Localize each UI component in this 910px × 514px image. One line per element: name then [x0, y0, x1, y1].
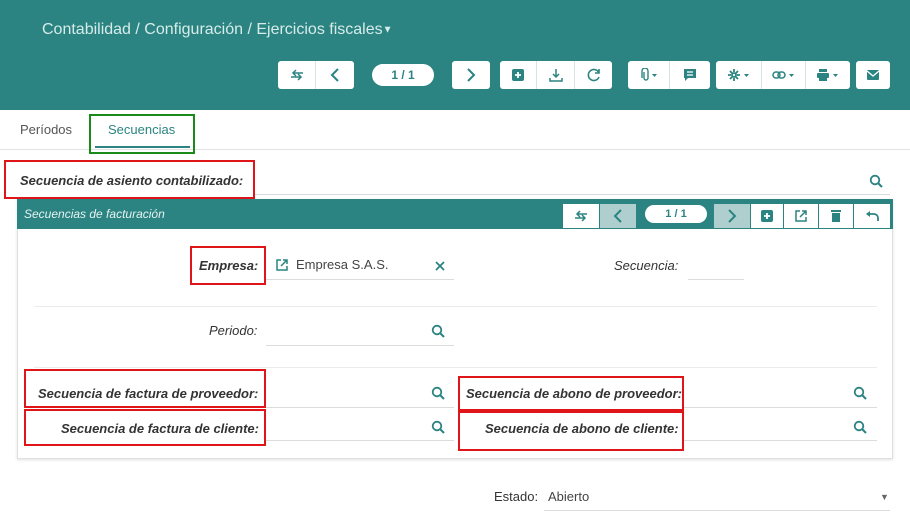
highlight-customer-credit-label — [458, 411, 684, 451]
period-label: Periodo: — [209, 323, 258, 338]
breadcrumb[interactable]: Contabilidad / Configuración / Ejercicio… — [42, 21, 393, 39]
envelope-icon — [866, 70, 880, 80]
highlight-customer-invoice-label — [24, 409, 266, 446]
subform-open-button[interactable] — [784, 204, 818, 228]
plus-square-icon — [761, 210, 773, 222]
highlight-tab-secuencias — [89, 114, 195, 154]
toolbar-attach-group — [628, 61, 710, 89]
link-icon — [771, 71, 794, 79]
toolbar-email-group — [856, 61, 890, 89]
invoice-sequences-title: Secuencias de facturación — [24, 207, 165, 221]
company-value[interactable]: Empresa S.A.S. — [296, 257, 388, 272]
trash-icon — [831, 210, 841, 222]
state-label: Estado: — [494, 489, 539, 504]
download-icon — [548, 69, 563, 82]
external-link-icon — [795, 210, 807, 222]
toolbar-actions-group — [716, 61, 850, 89]
sequence-input[interactable] — [688, 279, 744, 280]
search-icon[interactable] — [431, 420, 445, 434]
row-divider — [34, 306, 877, 307]
print-button[interactable] — [806, 61, 850, 89]
switch-icon — [290, 69, 303, 81]
breadcrumb-text: Contabilidad / Configuración / Ejercicio… — [42, 21, 383, 38]
reload-button[interactable] — [575, 61, 612, 89]
action-button[interactable] — [716, 61, 762, 89]
undo-icon — [866, 211, 879, 221]
search-icon[interactable] — [853, 420, 867, 434]
tab-periodos[interactable]: Períodos — [20, 122, 72, 137]
external-link-icon[interactable] — [275, 258, 289, 272]
note-button[interactable] — [670, 61, 710, 89]
gear-icon — [727, 69, 749, 81]
caret-down-icon[interactable]: ▼ — [383, 24, 393, 35]
period-input[interactable] — [266, 345, 454, 346]
header-bar — [0, 0, 910, 110]
subform-undo-button[interactable] — [854, 204, 890, 228]
close-icon[interactable] — [434, 260, 446, 272]
toolbar-next-group — [452, 61, 490, 89]
row-divider — [34, 367, 877, 368]
previous-button[interactable] — [316, 61, 354, 89]
highlight-supplier-credit-label — [458, 376, 684, 411]
switch-icon — [575, 210, 587, 222]
sequence-label: Secuencia: — [614, 258, 679, 273]
chevron-left-icon — [330, 68, 339, 82]
subform-switch-button[interactable] — [563, 204, 599, 228]
highlight-supplier-invoice-label — [24, 369, 266, 408]
supplier-credit-sequence-input[interactable] — [684, 407, 877, 408]
subform-record-counter: 1 / 1 — [645, 205, 707, 223]
toolbar-nav-group — [278, 61, 354, 89]
save-button[interactable] — [537, 61, 575, 89]
attachment-button[interactable] — [628, 61, 670, 89]
comment-icon — [684, 69, 696, 81]
highlight-asiento-label — [4, 160, 255, 199]
chevron-right-icon — [467, 68, 476, 82]
email-button[interactable] — [856, 61, 890, 89]
search-icon[interactable] — [853, 386, 867, 400]
relate-button[interactable] — [762, 61, 806, 89]
customer-invoice-sequence-input[interactable] — [266, 440, 454, 441]
refresh-icon — [587, 68, 600, 82]
state-select[interactable] — [544, 510, 890, 511]
subform-add-button[interactable] — [751, 204, 783, 228]
subform-previous-button[interactable] — [600, 204, 636, 228]
asiento-sequence-input[interactable] — [255, 194, 890, 195]
new-record-button[interactable] — [500, 61, 537, 89]
search-icon[interactable] — [431, 324, 445, 338]
next-button[interactable] — [452, 61, 490, 89]
search-icon[interactable] — [869, 174, 883, 188]
printer-icon — [817, 69, 838, 81]
toolbar-record-group — [500, 61, 612, 89]
chevron-right-icon — [728, 209, 737, 223]
record-counter: 1 / 1 — [372, 64, 434, 86]
caret-down-icon[interactable]: ▼ — [880, 492, 889, 502]
search-icon[interactable] — [431, 386, 445, 400]
plus-square-icon — [512, 69, 524, 81]
customer-credit-sequence-input[interactable] — [684, 440, 877, 441]
chevron-left-icon — [613, 209, 622, 223]
highlight-company-label — [190, 246, 266, 285]
supplier-invoice-sequence-input[interactable] — [266, 407, 454, 408]
state-value[interactable]: Abierto — [548, 489, 589, 504]
paperclip-icon — [640, 68, 657, 81]
switch-view-button[interactable] — [278, 61, 316, 89]
subform-next-button[interactable] — [714, 204, 750, 228]
subform-delete-button[interactable] — [819, 204, 853, 228]
company-input[interactable] — [266, 279, 454, 280]
